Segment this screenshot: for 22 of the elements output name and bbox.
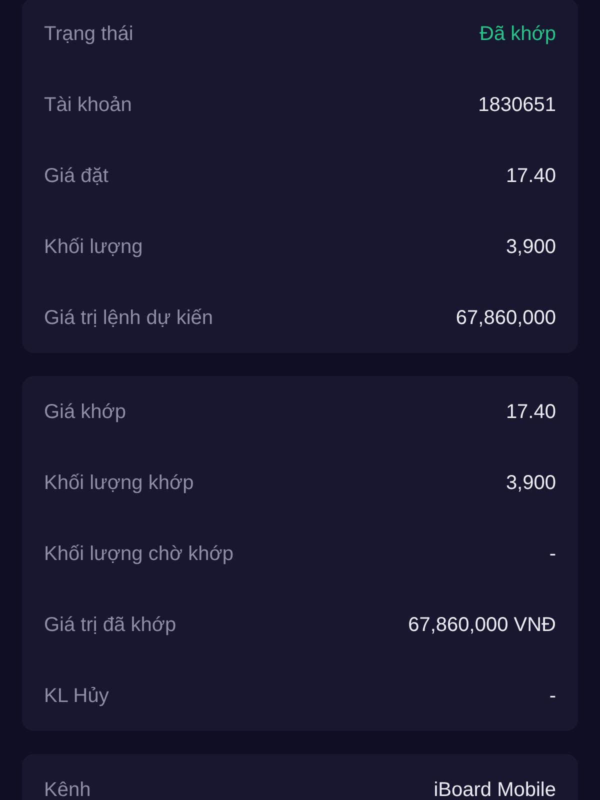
row-label: KL Hủy	[44, 684, 109, 708]
row-value: 67,860,000 VNĐ	[408, 612, 556, 636]
row-value: -	[549, 542, 556, 566]
row-label: Kênh	[44, 778, 91, 800]
row-label: Khối lượng khớp	[44, 470, 194, 494]
row-label: Tài khoản	[44, 92, 132, 116]
row-value: 3,900	[506, 234, 556, 258]
row-value: iBoard Mobile	[434, 778, 556, 800]
row-value: 17.40	[506, 400, 556, 424]
row-label: Giá trị đã khớp	[44, 612, 176, 636]
row-value: 3,900	[506, 470, 556, 494]
row-label: Trạng thái	[44, 22, 134, 46]
row-value: -	[549, 684, 556, 708]
row-label: Giá trị lệnh dự kiến	[44, 306, 214, 330]
row-label: Khối lượng chờ khớp	[44, 542, 234, 566]
row-value: 1830651	[478, 92, 556, 116]
row-value: Đã khớp	[480, 22, 556, 46]
row-value: 17.40	[506, 164, 556, 188]
row-value: 67,860,000	[456, 306, 556, 330]
row-label: Giá đặt	[44, 164, 108, 188]
row-label: Giá khớp	[44, 400, 126, 424]
row-label: Khối lượng	[44, 234, 143, 258]
